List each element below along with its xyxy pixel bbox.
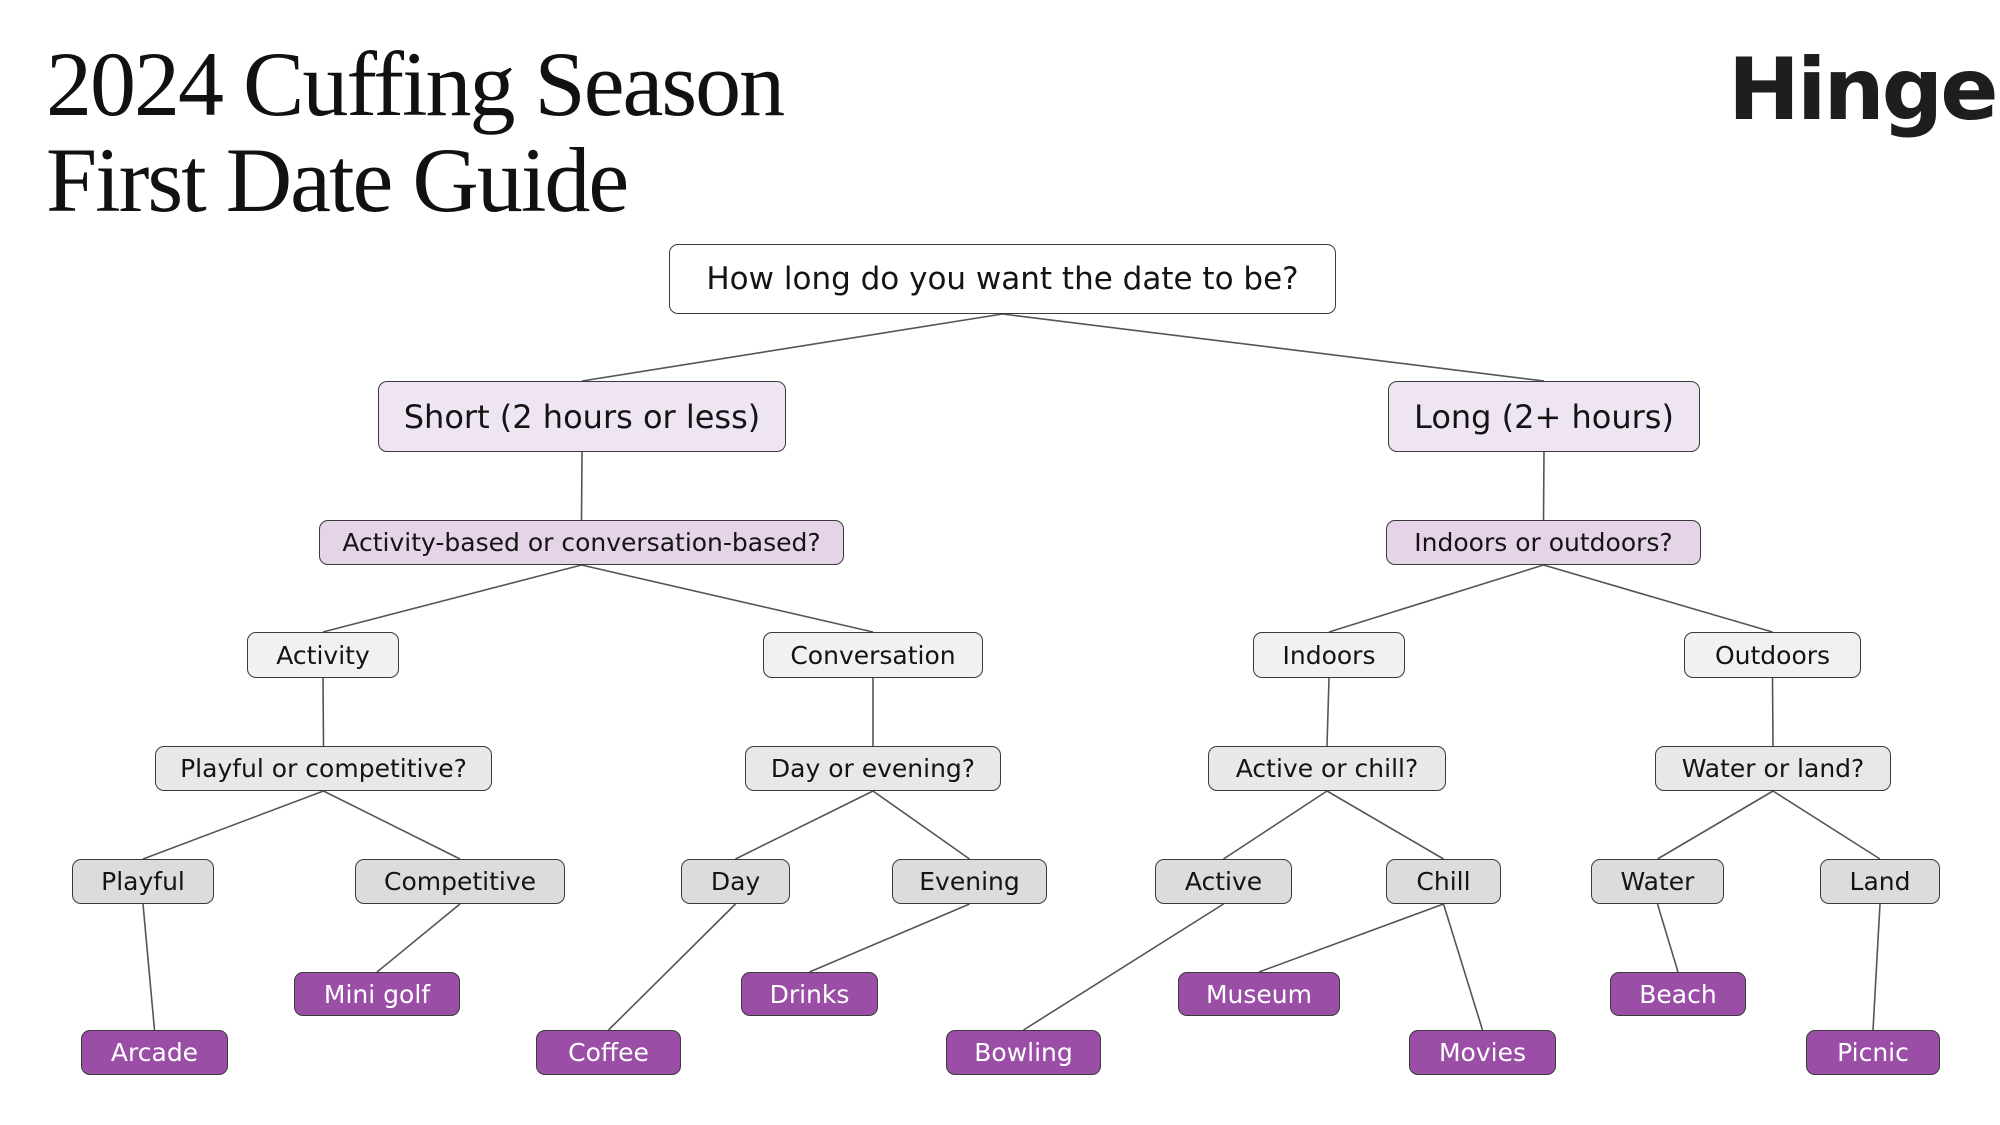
- activity-node: Activity: [247, 632, 399, 678]
- active-or-chill-question-node: Active or chill?: [1208, 746, 1446, 791]
- evening-node: Evening: [892, 859, 1047, 904]
- edge-q_playful_competitive-to-competitive: [323, 790, 461, 860]
- edge-q_water_land-to-land: [1772, 790, 1881, 860]
- edge-indoors-to-q_active_chill: [1326, 677, 1330, 747]
- conversation-node: Conversation: [763, 632, 983, 678]
- chill-node: Chill: [1386, 859, 1501, 904]
- playful-node: Playful: [72, 859, 214, 904]
- edge-q_indoors_outdoors-to-indoors: [1328, 564, 1544, 633]
- indoors-node: Indoors: [1253, 632, 1405, 678]
- picnic-leaf: Picnic: [1806, 1030, 1940, 1075]
- land-node: Land: [1820, 859, 1940, 904]
- connector-lines: [142, 313, 1881, 1031]
- edge-activity-to-q_playful_competitive: [322, 677, 325, 747]
- edge-q_day_evening-to-evening: [872, 790, 970, 860]
- edge-playful-to-arcade: [142, 903, 156, 1031]
- edge-q_activity_conversation-to-conversation: [581, 564, 874, 633]
- water-or-land-question-node: Water or land?: [1655, 746, 1891, 791]
- activity-or-conversation-question-node: Activity-based or conversation-based?: [319, 520, 844, 565]
- mini-golf-leaf: Mini golf: [294, 972, 460, 1016]
- arcade-leaf: Arcade: [81, 1030, 228, 1075]
- indoors-or-outdoors-question-node: Indoors or outdoors?: [1386, 520, 1701, 565]
- edge-root-to-long: [1002, 313, 1545, 382]
- edge-q_playful_competitive-to-playful: [142, 790, 324, 860]
- beach-leaf: Beach: [1610, 972, 1746, 1016]
- edge-land-to-picnic: [1872, 903, 1881, 1031]
- playful-or-competitive-question-node: Playful or competitive?: [155, 746, 492, 791]
- root-question-node: How long do you want the date to be?: [669, 244, 1336, 314]
- edge-q_indoors_outdoors-to-outdoors: [1543, 564, 1773, 633]
- outdoors-node: Outdoors: [1684, 632, 1861, 678]
- drinks-leaf: Drinks: [741, 972, 878, 1016]
- edge-chill-to-museum: [1258, 903, 1444, 973]
- edge-q_day_evening-to-day: [735, 790, 874, 860]
- edge-chill-to-movies: [1442, 903, 1484, 1031]
- edge-root-to-short: [581, 313, 1003, 382]
- water-node: Water: [1591, 859, 1724, 904]
- short-duration-node: Short (2 hours or less): [378, 381, 786, 452]
- edge-q_water_land-to-water: [1657, 790, 1774, 860]
- day-or-evening-question-node: Day or evening?: [745, 746, 1001, 791]
- edge-competitive-to-mini_golf: [376, 903, 461, 973]
- day-node: Day: [681, 859, 790, 904]
- coffee-leaf: Coffee: [536, 1030, 681, 1075]
- edge-short-to-q_activity_conversation: [580, 451, 583, 521]
- edge-evening-to-drinks: [809, 903, 970, 973]
- competitive-node: Competitive: [355, 859, 565, 904]
- long-duration-node: Long (2+ hours): [1388, 381, 1700, 452]
- edge-water-to-beach: [1656, 903, 1679, 973]
- edge-q_active_chill-to-active: [1223, 790, 1328, 860]
- bowling-leaf: Bowling: [946, 1030, 1101, 1075]
- movies-leaf: Movies: [1409, 1030, 1556, 1075]
- edge-outdoors-to-q_water_land: [1771, 677, 1774, 747]
- edge-long-to-q_indoors_outdoors: [1542, 451, 1545, 521]
- edge-day-to-coffee: [607, 903, 737, 1031]
- edge-q_active_chill-to-chill: [1326, 790, 1444, 860]
- museum-leaf: Museum: [1178, 972, 1340, 1016]
- edge-q_activity_conversation-to-activity: [322, 564, 582, 633]
- active-node: Active: [1155, 859, 1292, 904]
